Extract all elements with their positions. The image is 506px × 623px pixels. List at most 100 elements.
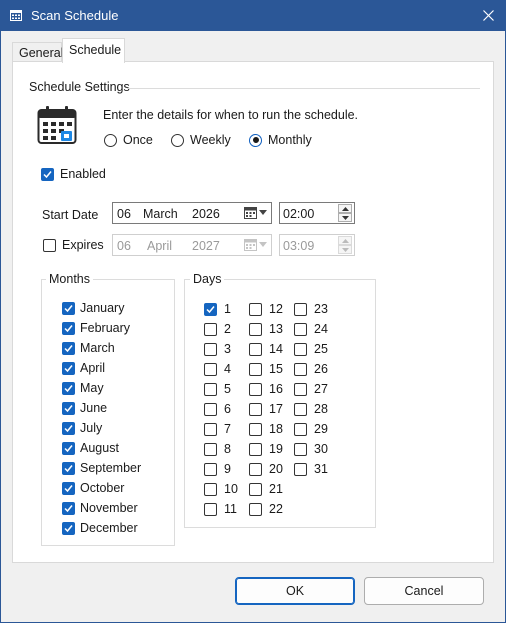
month-checkbox-september-box[interactable] [62, 461, 75, 475]
month-checkbox-august-box[interactable] [62, 441, 75, 455]
month-checkbox-march-box[interactable] [62, 341, 75, 355]
day-checkbox-13[interactable]: 13 [249, 322, 283, 336]
spin-down-button[interactable] [338, 245, 352, 254]
expires-checkbox[interactable]: Expires [43, 238, 104, 252]
expires-check-box[interactable] [43, 238, 56, 252]
day-checkbox-4[interactable]: 4 [204, 362, 231, 376]
month-checkbox-february[interactable]: February [62, 321, 130, 335]
expires-time-field[interactable]: 03:09 [279, 234, 355, 256]
day-checkbox-30-box[interactable] [294, 442, 307, 456]
radio-monthly-indicator[interactable] [249, 133, 262, 147]
day-checkbox-3[interactable]: 3 [204, 342, 231, 356]
radio-once[interactable]: Once [104, 133, 153, 147]
day-checkbox-4-box[interactable] [204, 362, 217, 376]
month-checkbox-april-box[interactable] [62, 361, 75, 375]
close-button[interactable] [470, 0, 506, 31]
enabled-checkbox[interactable]: Enabled [41, 167, 106, 181]
spin-up-button[interactable] [338, 236, 352, 245]
day-checkbox-14[interactable]: 14 [249, 342, 283, 356]
month-checkbox-may[interactable]: May [62, 381, 104, 395]
day-checkbox-8[interactable]: 8 [204, 442, 231, 456]
tab-schedule[interactable]: Schedule [62, 38, 125, 63]
day-checkbox-23[interactable]: 23 [294, 302, 328, 316]
day-checkbox-13-box[interactable] [249, 322, 262, 336]
day-checkbox-7-box[interactable] [204, 422, 217, 436]
month-checkbox-november-box[interactable] [62, 501, 75, 515]
day-checkbox-17[interactable]: 17 [249, 402, 283, 416]
day-checkbox-14-box[interactable] [249, 342, 262, 356]
day-checkbox-22-box[interactable] [249, 502, 262, 516]
day-checkbox-6[interactable]: 6 [204, 402, 231, 416]
month-checkbox-june-box[interactable] [62, 401, 75, 415]
start-time-spinner[interactable] [338, 204, 352, 222]
day-checkbox-28[interactable]: 28 [294, 402, 328, 416]
start-time-value[interactable]: 02:00 [283, 207, 314, 221]
month-checkbox-december[interactable]: December [62, 521, 138, 535]
day-checkbox-9[interactable]: 9 [204, 462, 231, 476]
day-checkbox-2-box[interactable] [204, 322, 217, 336]
radio-weekly-indicator[interactable] [171, 133, 184, 147]
day-checkbox-11-box[interactable] [204, 502, 217, 516]
day-checkbox-22[interactable]: 22 [249, 502, 283, 516]
day-checkbox-10[interactable]: 10 [204, 482, 238, 496]
month-checkbox-may-box[interactable] [62, 381, 75, 395]
month-checkbox-february-box[interactable] [62, 321, 75, 335]
day-checkbox-5[interactable]: 5 [204, 382, 231, 396]
day-checkbox-18-box[interactable] [249, 422, 262, 436]
month-checkbox-december-box[interactable] [62, 521, 75, 535]
tab-general[interactable]: General [12, 42, 63, 63]
day-checkbox-11[interactable]: 11 [204, 502, 237, 516]
start-date-day[interactable]: 06 [117, 207, 131, 221]
day-checkbox-24-box[interactable] [294, 322, 307, 336]
day-checkbox-30[interactable]: 30 [294, 442, 328, 456]
radio-weekly[interactable]: Weekly [171, 133, 231, 147]
day-checkbox-19[interactable]: 19 [249, 442, 283, 456]
radio-once-indicator[interactable] [104, 133, 117, 147]
day-checkbox-24[interactable]: 24 [294, 322, 328, 336]
month-checkbox-october-box[interactable] [62, 481, 75, 495]
day-checkbox-20[interactable]: 20 [249, 462, 283, 476]
day-checkbox-5-box[interactable] [204, 382, 217, 396]
start-date-dropdown[interactable] [244, 206, 267, 219]
start-date-year[interactable]: 2026 [192, 207, 220, 221]
expires-date-picker[interactable]: 06 April 2027 [112, 234, 272, 256]
start-date-month[interactable]: March [143, 207, 178, 221]
spin-up-button[interactable] [338, 204, 352, 213]
day-checkbox-17-box[interactable] [249, 402, 262, 416]
day-checkbox-16-box[interactable] [249, 382, 262, 396]
cancel-button[interactable]: Cancel [364, 577, 484, 605]
day-checkbox-15-box[interactable] [249, 362, 262, 376]
day-checkbox-20-box[interactable] [249, 462, 262, 476]
expires-date-dropdown[interactable] [244, 238, 267, 251]
month-checkbox-october[interactable]: October [62, 481, 124, 495]
day-checkbox-12-box[interactable] [249, 302, 262, 316]
day-checkbox-29[interactable]: 29 [294, 422, 328, 436]
month-checkbox-july-box[interactable] [62, 421, 75, 435]
month-checkbox-april[interactable]: April [62, 361, 105, 375]
day-checkbox-31[interactable]: 31 [294, 462, 328, 476]
month-checkbox-july[interactable]: July [62, 421, 102, 435]
month-checkbox-august[interactable]: August [62, 441, 119, 455]
month-checkbox-june[interactable]: June [62, 401, 107, 415]
day-checkbox-8-box[interactable] [204, 442, 217, 456]
day-checkbox-29-box[interactable] [294, 422, 307, 436]
day-checkbox-19-box[interactable] [249, 442, 262, 456]
month-checkbox-january-box[interactable] [62, 301, 75, 315]
start-date-picker[interactable]: 06 March 2026 [112, 202, 272, 224]
day-checkbox-2[interactable]: 2 [204, 322, 231, 336]
month-checkbox-march[interactable]: March [62, 341, 115, 355]
expires-time-spinner[interactable] [338, 236, 352, 254]
day-checkbox-27[interactable]: 27 [294, 382, 328, 396]
day-checkbox-10-box[interactable] [204, 482, 217, 496]
month-checkbox-january[interactable]: January [62, 301, 124, 315]
day-checkbox-25-box[interactable] [294, 342, 307, 356]
month-checkbox-november[interactable]: November [62, 501, 138, 515]
day-checkbox-23-box[interactable] [294, 302, 307, 316]
spin-down-button[interactable] [338, 213, 352, 222]
day-checkbox-28-box[interactable] [294, 402, 307, 416]
radio-monthly[interactable]: Monthly [249, 133, 312, 147]
day-checkbox-25[interactable]: 25 [294, 342, 328, 356]
start-time-field[interactable]: 02:00 [279, 202, 355, 224]
day-checkbox-31-box[interactable] [294, 462, 307, 476]
day-checkbox-18[interactable]: 18 [249, 422, 283, 436]
